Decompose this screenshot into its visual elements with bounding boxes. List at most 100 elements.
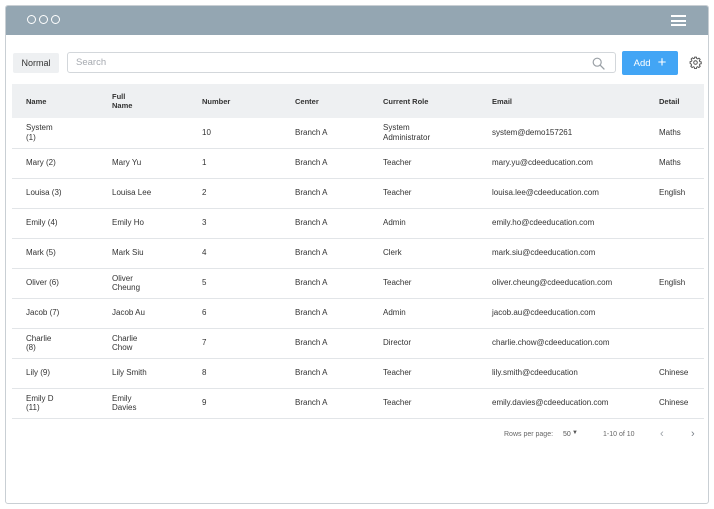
title-bar: [6, 6, 708, 35]
cell-full-name: [98, 118, 188, 148]
app-window: Normal Add + Name FullName Number Cen: [5, 5, 709, 504]
cell-email: system@demo157261: [492, 128, 573, 137]
page-range: 1-10 of 10: [603, 431, 635, 438]
cell-email: oliver.cheung@cdeeducation.com: [492, 278, 613, 288]
cell-detail: Maths: [659, 158, 681, 168]
cell-center: Branch A: [295, 158, 328, 168]
cell-detail: Chinese: [659, 398, 689, 408]
cell-number: 3: [202, 218, 207, 228]
rows-per-page-select[interactable]: 50: [563, 431, 571, 438]
cell-role: Teacher: [383, 188, 412, 198]
table-row[interactable]: Jacob (7) Jacob Au 6 Branch A Admin jacob.au@…: [12, 298, 704, 328]
column-header-number[interactable]: Number: [188, 84, 281, 118]
cell-number: 4: [202, 248, 207, 258]
cell-full-name: Emily Davies: [112, 393, 137, 413]
column-header-center[interactable]: Center: [281, 84, 369, 118]
cell-name: Mary (2): [26, 158, 56, 168]
window-dot-icon[interactable]: [51, 15, 60, 24]
table-row[interactable]: Charlie (8) Charlie Chow 7 Branch A Director ch…: [12, 328, 704, 358]
table-row[interactable]: System (1) 10 Branch A System Administrator sy…: [12, 118, 704, 148]
cell-name: Emily (4): [26, 218, 58, 228]
cell-detail: English: [659, 188, 686, 198]
cell-email: charlie.chow@cdeeducation.com: [492, 338, 610, 348]
cell-email: louisa.lee@cdeeducation.com: [492, 188, 599, 198]
cell-full-name: Oliver Cheung: [112, 273, 141, 293]
cell-full-name: Emily Ho: [112, 218, 145, 228]
caret-down-icon[interactable]: ▼: [572, 430, 578, 436]
cell-email: emily.ho@cdeeducation.com: [492, 218, 595, 228]
cell-role: Admin: [383, 218, 406, 228]
table-header-row: Name Full Name Number Center Current Role…: [12, 84, 704, 118]
table-row[interactable]: Mary (2) Mary Yu 1 Branch A Teacher mary.yu@c…: [12, 148, 704, 178]
gear-icon[interactable]: [689, 56, 702, 69]
cell-number: 1: [202, 158, 207, 168]
table-row[interactable]: Emily D (11) Emily Davies 9 Branch A Teacher em…: [12, 388, 704, 418]
cell-center: Branch A: [295, 338, 328, 348]
cell-email: emily.davies@cdeeducation.com: [492, 398, 609, 408]
cell-number: 2: [202, 188, 207, 198]
column-header-name[interactable]: Name: [12, 84, 98, 118]
add-button-label: Add: [633, 57, 651, 69]
cell-name: Charlie (8): [26, 333, 52, 353]
cell-role: System Administrator: [383, 123, 431, 142]
cell-center: Branch A: [295, 398, 328, 408]
column-header-email[interactable]: Email: [478, 84, 645, 118]
cell-center: Branch A: [295, 188, 328, 198]
cell-name: Jacob (7): [26, 308, 60, 318]
window-controls: [27, 15, 60, 24]
cell-number: 8: [202, 368, 207, 378]
cell-name: Mark (5): [26, 248, 56, 258]
cell-center: Branch A: [295, 128, 328, 137]
window-dot-icon[interactable]: [39, 15, 48, 24]
window-dot-icon[interactable]: [27, 15, 36, 24]
table-row[interactable]: Oliver (6) Oliver Cheung 5 Branch A Teacher ol…: [12, 268, 704, 298]
pagination: Rows per page: 50 ▼ 1-10 of 10 ‹ ›: [6, 427, 708, 445]
cell-full-name: Mark Siu: [112, 248, 144, 258]
cell-name: Lily (9): [26, 368, 51, 378]
cell-center: Branch A: [295, 308, 328, 318]
search-input[interactable]: [76, 55, 576, 70]
cell-role: Admin: [383, 308, 406, 318]
cell-full-name: Mary Yu: [112, 158, 142, 168]
column-header-detail[interactable]: Detail: [645, 84, 704, 118]
cell-name: System (1): [26, 123, 53, 142]
plus-icon: +: [657, 54, 667, 71]
table-row[interactable]: Mark (5) Mark Siu 4 Branch A Clerk mark.siu@c…: [12, 238, 704, 268]
cell-role: Teacher: [383, 158, 412, 168]
cell-detail: [645, 208, 704, 238]
search-icon[interactable]: [592, 57, 605, 70]
table-row[interactable]: Lily (9) Lily Smith 8 Branch A Teacher lily.s…: [12, 358, 704, 388]
cell-role: Teacher: [383, 368, 412, 378]
table-row[interactable]: Emily (4) Emily Ho 3 Branch A Admin emily.ho@…: [12, 208, 704, 238]
cell-name: Louisa (3): [26, 188, 62, 198]
cell-number: 7: [202, 338, 207, 348]
users-table: Name Full Name Number Center Current Role…: [12, 84, 704, 419]
cell-email: lily.smith@cdeeducation: [492, 368, 578, 378]
cell-name: Emily D (11): [26, 393, 54, 413]
cell-detail: [645, 298, 704, 328]
cell-full-name: Lily Smith: [112, 368, 147, 378]
table-row[interactable]: Louisa (3) Louisa Lee 2 Branch A Teacher loui…: [12, 178, 704, 208]
cell-full-name: Louisa Lee: [112, 188, 152, 198]
chevron-right-icon[interactable]: ›: [691, 428, 695, 440]
cell-name: Oliver (6): [26, 278, 59, 288]
cell-detail: Chinese: [659, 368, 689, 378]
add-button[interactable]: Add +: [622, 51, 678, 75]
search-box[interactable]: [67, 52, 616, 73]
cell-number: 9: [202, 398, 207, 408]
cell-detail: English: [659, 278, 686, 288]
cell-role: Clerk: [383, 248, 402, 258]
cell-full-name: Charlie Chow: [112, 333, 138, 353]
column-header-full-name[interactable]: Full Name: [98, 84, 188, 118]
cell-role: Teacher: [383, 398, 412, 408]
hamburger-menu-icon[interactable]: [671, 15, 686, 26]
cell-full-name: Jacob Au: [112, 308, 145, 318]
cell-center: Branch A: [295, 248, 328, 258]
cell-number: 10: [202, 128, 211, 137]
rows-per-page-label: Rows per page:: [504, 431, 554, 438]
column-header-role[interactable]: Current Role: [369, 84, 478, 118]
chevron-left-icon[interactable]: ‹: [660, 428, 664, 440]
toolbar: Normal Add +: [6, 50, 708, 78]
cell-detail: [645, 238, 704, 268]
mode-chip[interactable]: Normal: [13, 53, 59, 73]
